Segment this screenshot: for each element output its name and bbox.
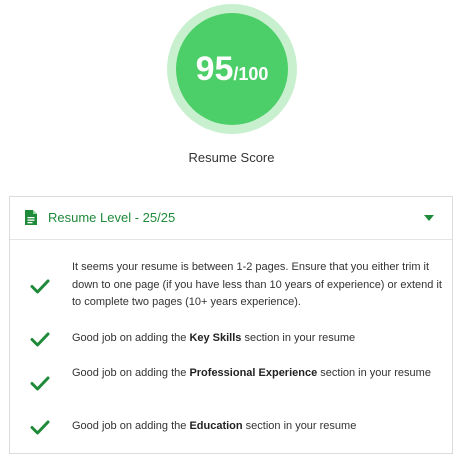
feedback-text: Good job on adding the Education section…	[72, 420, 357, 432]
check-icon	[30, 279, 50, 294]
feedback-text: It seems your resume is between 1-2 page…	[72, 261, 442, 308]
check-icon	[30, 376, 50, 391]
caret-down-icon[interactable]	[424, 215, 434, 222]
feedback-text: Good job on adding the Key Skills sectio…	[72, 332, 356, 344]
score-ring: 95 /100	[167, 4, 297, 134]
feedback-text: Good job on adding the Professional Expe…	[72, 367, 431, 379]
resume-level-panel: Resume Level - 25/25 It seems your resum…	[9, 196, 453, 454]
resume-level-header[interactable]: Resume Level - 25/25	[10, 197, 452, 240]
score-circle: 95 /100	[176, 13, 288, 125]
check-icon	[30, 332, 50, 347]
score-label: Resume Score	[188, 150, 275, 165]
score-max: /100	[233, 64, 269, 84]
score-value: 95	[195, 50, 234, 88]
document-icon	[25, 210, 37, 225]
score-section: 95 /100 Resume Score	[0, 0, 461, 190]
panel-title: Resume Level - 25/25	[48, 210, 176, 225]
check-icon	[30, 420, 50, 435]
